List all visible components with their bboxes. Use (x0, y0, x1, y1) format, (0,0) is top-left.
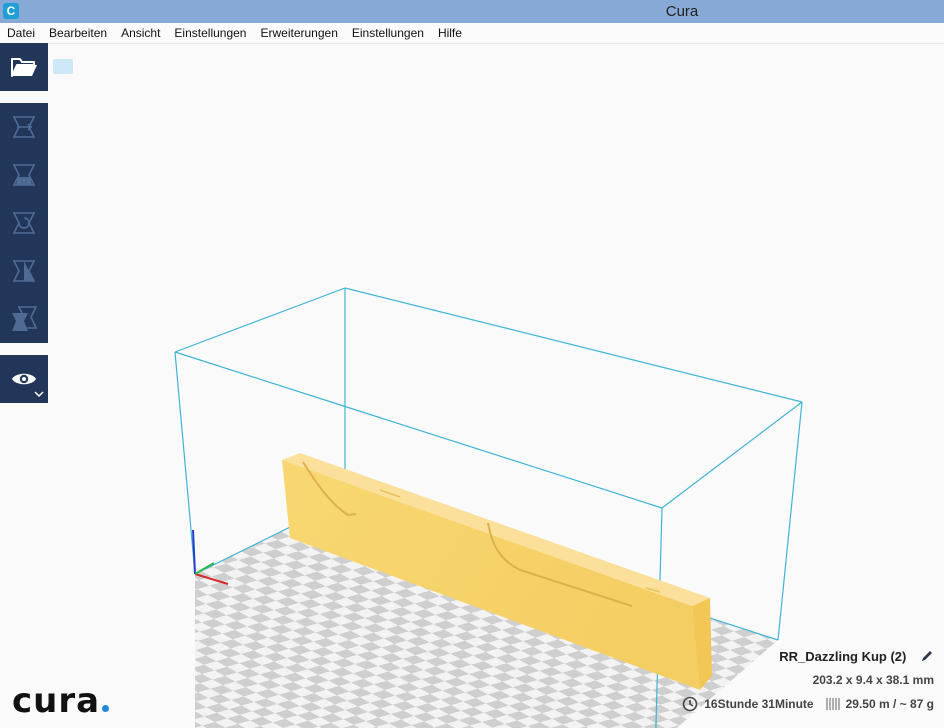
menu-hilfe[interactable]: Hilfe (431, 23, 469, 43)
menu-bar: Datei Bearbeiten Ansicht Einstellungen E… (0, 23, 944, 44)
menu-ansicht[interactable]: Ansicht (114, 23, 167, 43)
folder-open-icon (0, 43, 48, 91)
material-stat: 29.50 m / ~ 87 g (826, 695, 934, 713)
object-name-label: RR_Dazzling Kup (2) (634, 648, 934, 666)
scale-icon (12, 164, 36, 186)
menu-erweiterungen[interactable]: Erweiterungen (253, 23, 344, 43)
chevron-down-icon (34, 391, 44, 398)
3d-viewport[interactable] (48, 44, 944, 728)
move-tool-button[interactable] (0, 103, 48, 151)
rotate-tool-button[interactable] (0, 199, 48, 247)
menu-einstellungen-2[interactable]: Einstellungen (345, 23, 431, 43)
clock-icon (682, 696, 698, 712)
scale-tool-button[interactable] (0, 151, 48, 199)
menu-datei[interactable]: Datei (0, 23, 42, 43)
filament-icon (826, 698, 840, 710)
rotate-icon (12, 212, 36, 234)
per-model-settings-icon (12, 306, 38, 331)
tool-panel (0, 103, 48, 343)
menu-einstellungen[interactable]: Einstellungen (167, 23, 253, 43)
move-icon (12, 116, 36, 138)
cura-logo: cura (12, 681, 110, 721)
logo-dot (102, 705, 110, 712)
object-dimensions: 203.2 x 9.4 x 38.1 mm (812, 673, 934, 687)
material-usage: 29.50 m / ~ 87 g (845, 697, 934, 711)
mirror-icon (12, 260, 36, 282)
print-stats: 16Stunde 31Minute 29.50 m / ~ 87 g (682, 695, 934, 713)
menu-bearbeiten[interactable]: Bearbeiten (42, 23, 114, 43)
view-mode-button[interactable] (0, 355, 48, 403)
pencil-icon[interactable] (920, 649, 934, 663)
print-time: 16Stunde 31Minute (704, 697, 814, 711)
mirror-tool-button[interactable] (0, 247, 48, 295)
cura-logo-text: cura (12, 681, 101, 721)
per-model-settings-button[interactable] (0, 295, 48, 343)
open-file-button[interactable] (0, 43, 48, 91)
window-title: Cura (665, 3, 699, 20)
print-time-stat: 16Stunde 31Minute (682, 695, 814, 713)
object-name-text: RR_Dazzling Kup (2) (779, 649, 907, 664)
title-bar: C Cura (0, 0, 944, 23)
